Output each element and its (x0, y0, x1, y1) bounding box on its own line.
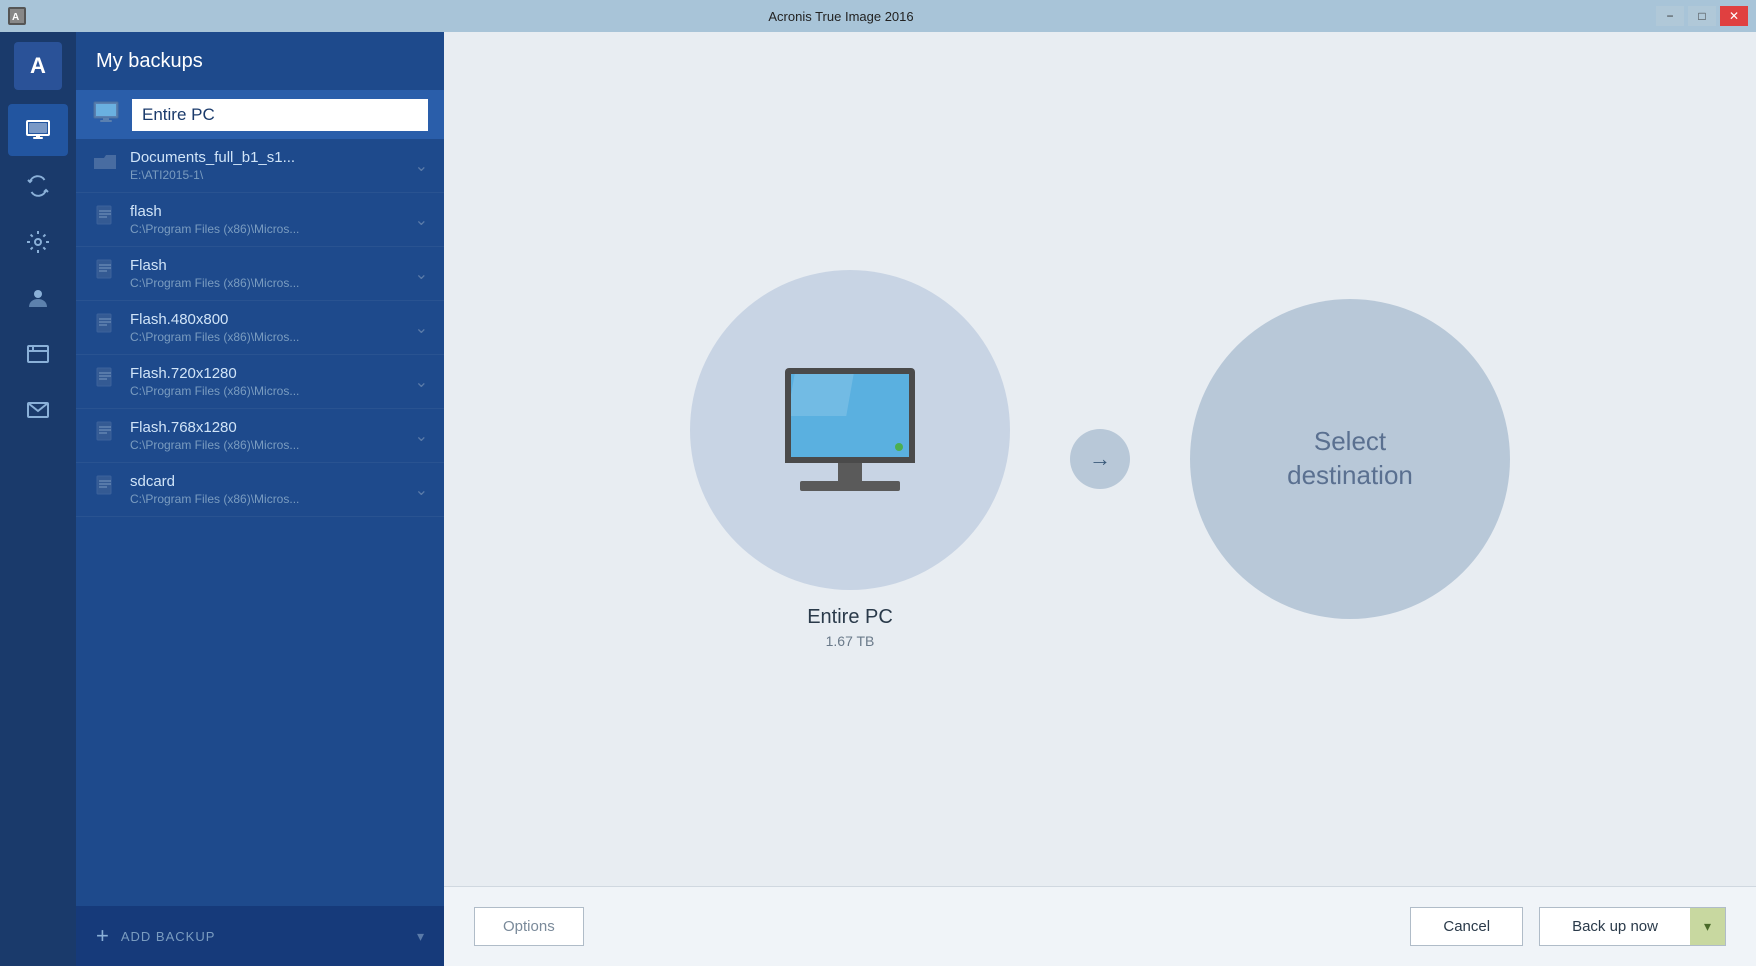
file-icon (92, 204, 118, 235)
list-item[interactable]: Flash.480x800 C:\Program Files (x86)\Mic… (76, 301, 444, 355)
item-chevron-icon: ⌄ (415, 156, 428, 176)
monitor-stand-icon (838, 463, 862, 481)
file-icon (92, 366, 118, 397)
item-path: C:\Program Files (x86)\Micros... (130, 492, 403, 506)
item-path: C:\Program Files (x86)\Micros... (130, 222, 403, 236)
titlebar-left: A (8, 7, 26, 25)
item-path: C:\Program Files (x86)\Micros... (130, 438, 403, 452)
item-chevron-icon: ⌄ (415, 426, 428, 446)
power-indicator-icon (895, 443, 903, 451)
source-wrap: Entire PC 1.67 TB (690, 270, 1010, 649)
nav-explore[interactable] (8, 328, 68, 380)
list-item[interactable]: Flash.720x1280 C:\Program Files (x86)\Mi… (76, 355, 444, 409)
item-chevron-icon: ⌄ (415, 372, 428, 392)
source-circle[interactable] (690, 270, 1010, 590)
arrow-circle: → (1070, 429, 1130, 489)
file-icon (92, 474, 118, 505)
item-path: C:\Program Files (x86)\Micros... (130, 276, 403, 290)
nav-tools[interactable] (8, 216, 68, 268)
main-content: Entire PC 1.67 TB → Selectdestination Op… (444, 32, 1756, 966)
sidebar-title: My backups (96, 50, 203, 73)
titlebar-controls: − □ ✕ (1656, 6, 1748, 26)
backup-dropdown-button[interactable]: ▾ (1690, 908, 1725, 945)
item-name: Flash.720x1280 (130, 365, 403, 382)
cancel-button[interactable]: Cancel (1410, 907, 1523, 946)
file-icon (92, 420, 118, 451)
arrow-icon: → (1089, 446, 1111, 472)
item-text: Flash.480x800 C:\Program Files (x86)\Mic… (130, 311, 403, 344)
titlebar-title: Acronis True Image 2016 (26, 9, 1656, 24)
nav-account[interactable] (8, 272, 68, 324)
add-icon: + (96, 923, 109, 949)
item-name: Flash.480x800 (130, 311, 403, 328)
nav-sync[interactable] (8, 160, 68, 212)
icon-bar: A (0, 32, 76, 966)
item-chevron-icon: ⌄ (415, 480, 428, 500)
nav-email[interactable] (8, 384, 68, 436)
item-path: C:\Program Files (x86)\Micros... (130, 330, 403, 344)
source-size: 1.67 TB (807, 633, 893, 649)
item-path: C:\Program Files (x86)\Micros... (130, 384, 403, 398)
item-text: Documents_full_b1_s1... E:\ATI2015-1\ (130, 149, 403, 182)
file-icon (92, 312, 118, 343)
item-text: sdcard C:\Program Files (x86)\Micros... (130, 473, 403, 506)
list-item[interactable]: flash C:\Program Files (x86)\Micros... ⌄ (76, 193, 444, 247)
titlebar: A Acronis True Image 2016 − □ ✕ (0, 0, 1756, 32)
sidebar-list: Documents_full_b1_s1... E:\ATI2015-1\ ⌄ … (76, 139, 444, 906)
monitor-icon (785, 368, 915, 463)
restore-button[interactable]: □ (1688, 6, 1716, 26)
add-backup-label: ADD BACKUP (121, 929, 216, 944)
list-item[interactable]: Documents_full_b1_s1... E:\ATI2015-1\ ⌄ (76, 139, 444, 193)
monitor-base-icon (800, 481, 900, 491)
item-text: Flash.720x1280 C:\Program Files (x86)\Mi… (130, 365, 403, 398)
back-up-now-button[interactable]: Back up now (1540, 908, 1690, 945)
minimize-button[interactable]: − (1656, 6, 1684, 26)
destination-circle[interactable]: Selectdestination (1190, 299, 1510, 619)
sidebar: My backups Documents_full_b1_s1... E:\AT… (76, 32, 444, 966)
close-button[interactable]: ✕ (1720, 6, 1748, 26)
file-icon (92, 258, 118, 289)
pc-icon (92, 98, 120, 131)
item-name: Documents_full_b1_s1... (130, 149, 403, 166)
item-name: sdcard (130, 473, 403, 490)
item-text: flash C:\Program Files (x86)\Micros... (130, 203, 403, 236)
add-backup-button[interactable]: + ADD BACKUP ▾ (76, 906, 444, 966)
backup-canvas: Entire PC 1.67 TB → Selectdestination (444, 32, 1756, 886)
list-item[interactable]: Flash C:\Program Files (x86)\Micros... ⌄ (76, 247, 444, 301)
nav-backup[interactable] (8, 104, 68, 156)
source-name: Entire PC (807, 606, 893, 629)
titlebar-logo-icon: A (8, 7, 26, 25)
app-body: A My backups (0, 32, 1756, 966)
backup-button-group: Back up now ▾ (1539, 907, 1726, 946)
item-path: E:\ATI2015-1\ (130, 168, 403, 182)
item-chevron-icon: ⌄ (415, 264, 428, 284)
options-button[interactable]: Options (474, 907, 584, 946)
item-text: Flash C:\Program Files (x86)\Micros... (130, 257, 403, 290)
screen-display (791, 374, 909, 457)
list-item[interactable]: sdcard C:\Program Files (x86)\Micros... … (76, 463, 444, 517)
sidebar-active-item (76, 90, 444, 139)
source-label: Entire PC 1.67 TB (807, 606, 893, 649)
item-name: Flash (130, 257, 403, 274)
item-name: flash (130, 203, 403, 220)
item-chevron-icon: ⌄ (415, 210, 428, 230)
footer-chevron-icon: ▾ (417, 928, 424, 945)
item-name: Flash.768x1280 (130, 419, 403, 436)
item-text: Flash.768x1280 C:\Program Files (x86)\Mi… (130, 419, 403, 452)
sidebar-header: My backups (76, 32, 444, 90)
destination-label: Selectdestination (1287, 425, 1413, 493)
svg-text:A: A (12, 12, 19, 23)
app-logo: A (14, 42, 62, 90)
folder-icon (92, 150, 118, 181)
backup-name-input[interactable] (132, 99, 428, 131)
bottom-bar: Options Cancel Back up now ▾ (444, 886, 1756, 966)
entire-pc-graphic (785, 368, 915, 491)
item-chevron-icon: ⌄ (415, 318, 428, 338)
list-item[interactable]: Flash.768x1280 C:\Program Files (x86)\Mi… (76, 409, 444, 463)
